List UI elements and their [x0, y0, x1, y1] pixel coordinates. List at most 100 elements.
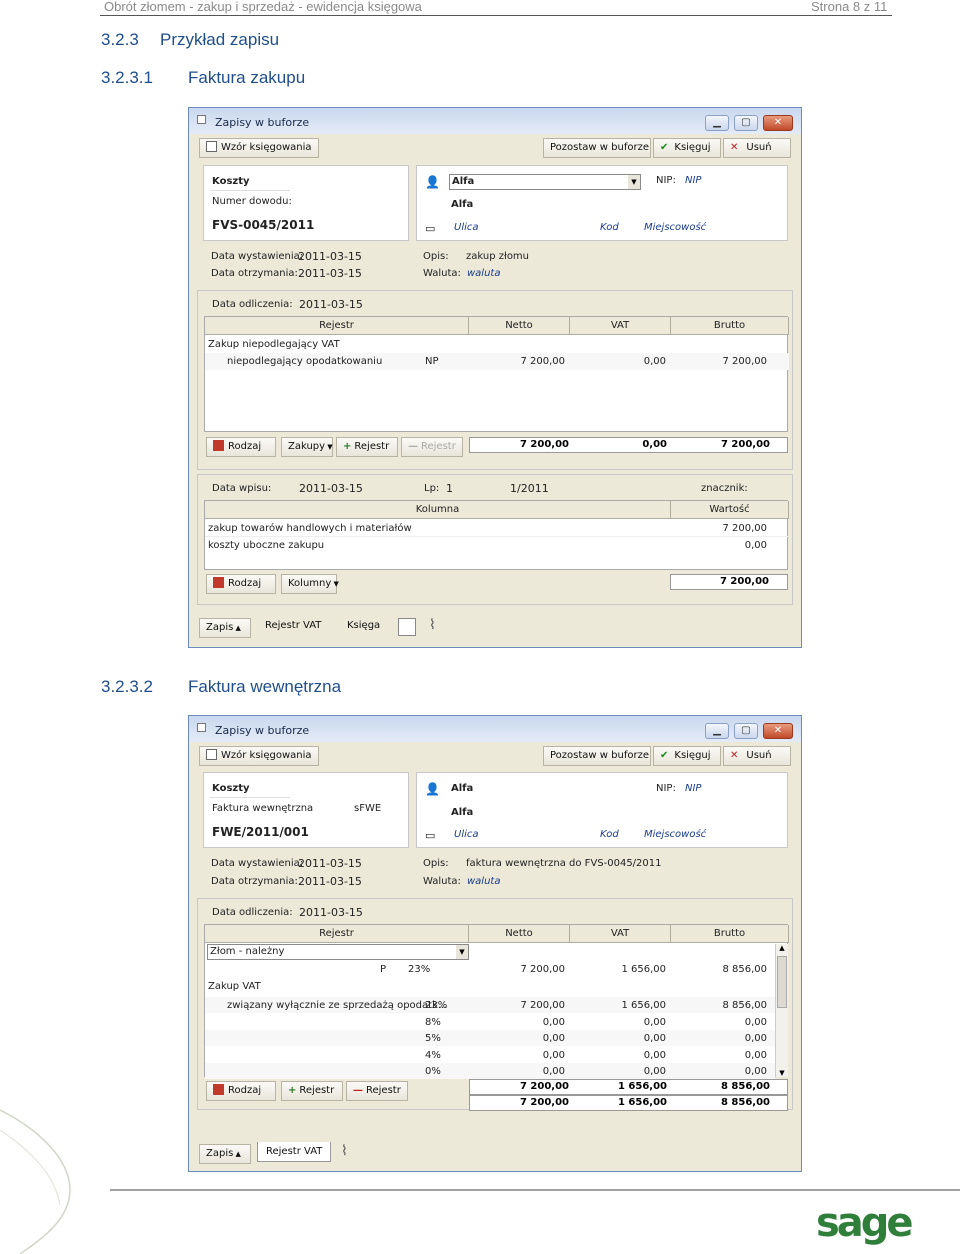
document-panel: Koszty Numer dowodu: FVS-0045/2011: [203, 165, 409, 241]
contractor-code[interactable]: Alfa: [451, 783, 473, 794]
register-combo[interactable]: Złom - należny ▼: [207, 944, 469, 960]
column-header-vat[interactable]: VAT: [570, 925, 671, 943]
currency-field[interactable]: waluta: [467, 268, 500, 279]
table-row[interactable]: 4% 0,00 0,00 0,00: [205, 1047, 775, 1063]
kolumny-dropdown-button[interactable]: Kolumny ▼: [281, 574, 339, 594]
table-row[interactable]: związany wyłącznie ze sprzedażą opodatk.…: [205, 997, 775, 1013]
city-value: Miejscowość: [644, 829, 707, 840]
deduction-date-field[interactable]: 2011-03-15: [299, 906, 363, 919]
column-header-kolumna[interactable]: Kolumna: [205, 501, 671, 519]
contractor-combo[interactable]: Alfa ▼: [449, 174, 641, 190]
contractor-icon[interactable]: 👤: [425, 782, 440, 796]
street-value: Ulica: [454, 222, 479, 233]
table-row[interactable]: 8% 0,00 0,00 0,00: [205, 1014, 775, 1030]
remove-rejestr-button[interactable]: — Rejestr: [401, 437, 463, 457]
pozostaw-w-buforze-button[interactable]: Pozostaw w buforze: [543, 138, 651, 158]
plus-icon: +: [343, 441, 352, 452]
column-header-netto[interactable]: Netto: [469, 925, 570, 943]
currency-field[interactable]: waluta: [467, 876, 500, 887]
table-row[interactable]: koszty uboczne zakupu 0,00: [205, 538, 789, 554]
vat-cell-stawka: 4%: [425, 1049, 441, 1061]
page-number: Strona 8 z 11: [811, 0, 888, 14]
column-header-rejestr[interactable]: Rejestr: [205, 925, 469, 943]
checkmark-icon: ✔: [660, 750, 669, 761]
table-row[interactable]: P 23% 7 200,00 1 656,00 8 856,00: [205, 961, 775, 977]
document-type: Koszty: [212, 783, 250, 794]
document-number[interactable]: FWE/2011/001: [212, 825, 309, 839]
sage-logo: sage: [816, 1200, 914, 1246]
vat-cell-stawka: 0%: [425, 1066, 441, 1077]
minimize-button[interactable]: ▁: [705, 115, 729, 131]
address-card-icon: ▭: [425, 829, 436, 842]
contractor-panel: 👤 Alfa ▼ NIP: NIP Alfa ▭ Ulica Kod Miejs…: [416, 165, 788, 241]
description-field[interactable]: zakup złomu: [466, 251, 529, 262]
maximize-button[interactable]: ▢: [734, 723, 758, 739]
vat-grid: Rejestr Netto VAT Brutto Zakup niepodleg…: [204, 316, 789, 432]
maximize-button[interactable]: ▢: [734, 115, 758, 131]
tab-rejestr-vat[interactable]: Rejestr VAT: [257, 616, 329, 636]
title-bar[interactable]: Zapisy w buforze ▁ ▢ ✕: [189, 108, 801, 134]
lp-field[interactable]: 1: [446, 482, 453, 495]
tab-zapis[interactable]: Zapis ▲: [199, 618, 251, 638]
vat-cell-vat: 0,00: [643, 1066, 666, 1077]
usun-button[interactable]: ✕ Usuń: [723, 746, 791, 766]
minimize-button[interactable]: ▁: [705, 723, 729, 739]
column-header-brutto[interactable]: Brutto: [671, 925, 789, 943]
description-field[interactable]: faktura wewnętrzna do FVS-0045/2011: [466, 858, 662, 869]
close-button[interactable]: ✕: [763, 115, 793, 131]
attachment-icon[interactable]: ⌇: [429, 617, 436, 633]
scroll-down-icon: ▼: [779, 1069, 785, 1077]
usun-button[interactable]: ✕ Usuń: [723, 138, 791, 158]
tab-ksiega[interactable]: Księga: [339, 616, 388, 636]
issue-date-field[interactable]: 2011-03-15: [298, 857, 362, 870]
table-row[interactable]: zakup towarów handlowych i materiałów 7 …: [205, 521, 789, 537]
column-header-netto[interactable]: Netto: [469, 317, 570, 335]
wzor-ksiegowania-button[interactable]: Wzór księgowania: [199, 746, 319, 766]
contractor-icon[interactable]: 👤: [425, 175, 440, 189]
lp-label: Lp:: [424, 483, 440, 494]
ksieguj-button[interactable]: ✔ Księguj: [653, 138, 721, 158]
document-type: Koszty: [212, 176, 250, 187]
close-button[interactable]: ✕: [763, 723, 793, 739]
column-header-brutto[interactable]: Brutto: [671, 317, 789, 335]
lp-number: 1/2011: [510, 482, 549, 495]
document-number[interactable]: FVS-0045/2011: [212, 218, 314, 232]
column-header-vat[interactable]: VAT: [570, 317, 671, 335]
notes-icon[interactable]: [398, 618, 416, 636]
wzor-ksiegowania-button[interactable]: Wzór księgowania: [199, 138, 319, 158]
zakupy-dropdown-button[interactable]: Zakupy ▼: [281, 437, 333, 457]
page-header-title: Obrót złomem - zakup i sprzedaż - ewiden…: [104, 0, 422, 14]
contractor-name: Alfa: [451, 199, 474, 210]
receipt-date-field[interactable]: 2011-03-15: [298, 875, 362, 888]
street-value: Ulica: [454, 829, 479, 840]
column-header-wartosc[interactable]: Wartość: [671, 501, 789, 519]
scroll-thumb: [777, 956, 787, 1008]
receipt-date-field[interactable]: 2011-03-15: [298, 267, 362, 280]
ledger-panel: Data wpisu: 2011-03-15 Lp: 1 1/2011 znac…: [197, 474, 793, 605]
issue-date-field[interactable]: 2011-03-15: [298, 250, 362, 263]
deduction-date-field[interactable]: 2011-03-15: [299, 298, 363, 311]
table-row[interactable]: 5% 0,00 0,00 0,00: [205, 1030, 775, 1046]
table-row[interactable]: 0% 0,00 0,00 0,00: [205, 1063, 775, 1079]
column-header-rejestr[interactable]: Rejestr: [205, 317, 469, 335]
ksieguj-button[interactable]: ✔ Księguj: [653, 746, 721, 766]
entry-date-field[interactable]: 2011-03-15: [299, 482, 363, 495]
rodzaj-button[interactable]: Rodzaj: [206, 437, 276, 457]
vat-cell-brutto: 0,00: [744, 1016, 767, 1028]
vat-totals: 7 200,00 0,00 7 200,00: [469, 437, 788, 453]
table-row[interactable]: niepodlegający opodatkowaniu NP 7 200,00…: [205, 353, 789, 370]
receipt-date-label: Data otrzymania:: [211, 268, 298, 279]
title-bar[interactable]: Zapisy w buforze ▁ ▢ ✕: [189, 716, 801, 742]
vat-cell-name: związany wyłącznie ze sprzedażą opodatk.…: [227, 1000, 448, 1011]
contractor-name: Alfa: [451, 807, 474, 818]
header-rule: [100, 15, 892, 16]
delete-x-icon: ✕: [730, 142, 739, 153]
description-label: Opis:: [423, 858, 449, 869]
nip-label: NIP:: [656, 783, 676, 794]
pozostaw-w-buforze-button[interactable]: Pozostaw w buforze: [543, 746, 651, 766]
color-swatch-icon: [213, 577, 224, 588]
currency-label: Waluta:: [423, 268, 461, 279]
rodzaj-button[interactable]: Rodzaj: [206, 574, 276, 594]
vertical-scrollbar[interactable]: ▲ ▼: [775, 944, 788, 1077]
add-rejestr-button[interactable]: + Rejestr: [336, 437, 398, 457]
